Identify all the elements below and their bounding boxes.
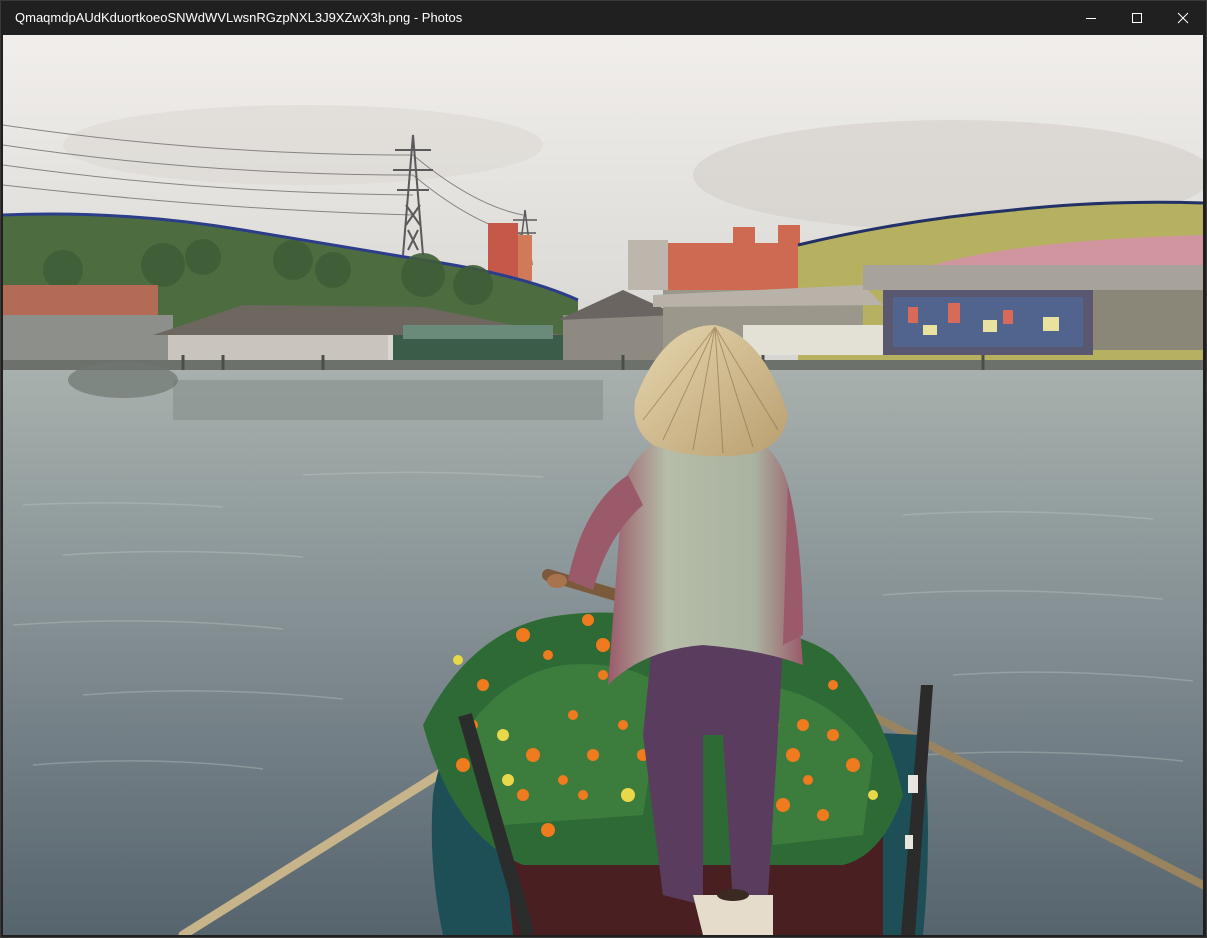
close-button[interactable] (1160, 1, 1206, 35)
marigold-bloom (598, 670, 608, 680)
window-title: QmaqmdpAUdKduortkoeoSNWdWVLwsnRGzpNXL3J9… (15, 10, 463, 25)
marigold-bloom (797, 719, 809, 731)
marigold-bloom (543, 650, 553, 660)
marigold-bloom (517, 789, 529, 801)
marigold-bloom (541, 823, 555, 837)
marigold-bloom (846, 758, 860, 772)
marigold-bloom (456, 758, 470, 772)
marigold-bloom (596, 638, 610, 652)
marigold-bloom (817, 809, 829, 821)
marigold-bloom (827, 729, 839, 741)
marigold-bloom (578, 790, 588, 800)
photo-viewer[interactable] (3, 35, 1203, 935)
marigold-bloom (803, 775, 813, 785)
marigold-bloom (516, 628, 530, 642)
marigold-bloom (526, 748, 540, 762)
marigold-bloom (477, 679, 489, 691)
title-bar[interactable]: QmaqmdpAUdKduortkoeoSNWdWVLwsnRGzpNXL3J9… (1, 1, 1206, 35)
marigold-bloom (618, 720, 628, 730)
marigold-bloom (776, 798, 790, 812)
marigold-bloom (558, 775, 568, 785)
marigold-bloom (497, 729, 509, 741)
maximize-icon (1132, 13, 1142, 23)
maximize-button[interactable] (1114, 1, 1160, 35)
marigold-bloom (568, 710, 578, 720)
photo-image (3, 35, 1203, 935)
marigold-bloom (587, 749, 599, 761)
marigold-bloom (621, 788, 635, 802)
minimize-button[interactable] (1068, 1, 1114, 35)
marigold-bloom (502, 774, 514, 786)
minimize-icon (1086, 18, 1096, 19)
marigold-bloom (828, 680, 838, 690)
marigold-bloom (868, 790, 878, 800)
window-controls (1068, 1, 1206, 35)
marigold-bloom (582, 614, 594, 626)
marigold-bloom (786, 748, 800, 762)
close-icon (1177, 12, 1189, 24)
marigold-bloom (453, 655, 463, 665)
photos-window: QmaqmdpAUdKduortkoeoSNWdWVLwsnRGzpNXL3J9… (0, 0, 1207, 938)
